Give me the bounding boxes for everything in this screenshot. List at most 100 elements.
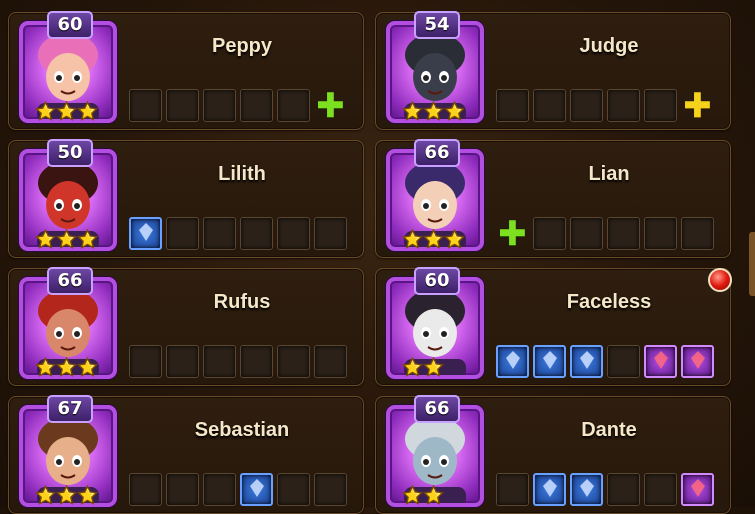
equipped-item-slot[interactable] bbox=[240, 473, 273, 506]
equipment-item-icon bbox=[650, 349, 672, 375]
hero-card-judge[interactable]: 54 Judge ✚ bbox=[375, 11, 731, 130]
empty-equipment-slot[interactable] bbox=[314, 473, 347, 506]
hero-stars bbox=[34, 484, 99, 509]
equipment-item-icon bbox=[687, 477, 709, 503]
hero-level-badge: 60 bbox=[414, 267, 460, 295]
equipment-item-icon bbox=[576, 477, 598, 503]
equipped-item-slot[interactable] bbox=[681, 345, 714, 378]
star-icon bbox=[76, 100, 99, 125]
plus-icon: ✚ bbox=[498, 213, 527, 254]
star-icon bbox=[401, 356, 424, 381]
hero-level-badge: 66 bbox=[47, 267, 93, 295]
empty-equipment-slot[interactable] bbox=[644, 217, 677, 250]
empty-equipment-slot[interactable] bbox=[277, 473, 310, 506]
hero-card-sebastian[interactable]: 67 Sebastian bbox=[8, 395, 364, 514]
add-equipment-button[interactable]: ✚ bbox=[496, 213, 529, 254]
equipped-item-slot[interactable] bbox=[570, 473, 603, 506]
star-icon bbox=[422, 100, 445, 125]
new-item-notification-badge bbox=[708, 268, 732, 292]
star-icon bbox=[76, 356, 99, 381]
empty-equipment-slot[interactable] bbox=[166, 345, 199, 378]
add-equipment-button[interactable]: ✚ bbox=[314, 85, 347, 126]
hero-level-badge: 66 bbox=[414, 139, 460, 167]
star-icon bbox=[76, 228, 99, 253]
hero-level-badge: 50 bbox=[47, 139, 93, 167]
star-icon bbox=[401, 100, 424, 125]
equipment-slots bbox=[129, 217, 347, 250]
equipment-slots bbox=[129, 473, 347, 506]
hero-name: Faceless bbox=[566, 291, 652, 313]
empty-equipment-slot[interactable] bbox=[277, 89, 310, 122]
empty-equipment-slot[interactable] bbox=[607, 345, 640, 378]
empty-equipment-slot[interactable] bbox=[129, 345, 162, 378]
star-icon bbox=[443, 228, 466, 253]
equipped-item-slot[interactable] bbox=[570, 345, 603, 378]
empty-equipment-slot[interactable] bbox=[314, 345, 347, 378]
star-icon bbox=[55, 228, 78, 253]
hero-level-badge: 67 bbox=[47, 395, 93, 423]
star-icon bbox=[34, 100, 57, 125]
empty-equipment-slot[interactable] bbox=[681, 217, 714, 250]
add-equipment-button[interactable]: ✚ bbox=[681, 89, 714, 123]
empty-equipment-slot[interactable] bbox=[314, 217, 347, 250]
empty-equipment-slot[interactable] bbox=[240, 217, 273, 250]
hero-name: Judge bbox=[579, 35, 639, 57]
hero-card-lian[interactable]: 66 Lian ✚ bbox=[375, 139, 731, 258]
hero-stars bbox=[34, 356, 99, 381]
empty-equipment-slot[interactable] bbox=[607, 473, 640, 506]
empty-equipment-slot[interactable] bbox=[570, 217, 603, 250]
star-icon bbox=[422, 484, 445, 509]
empty-equipment-slot[interactable] bbox=[240, 345, 273, 378]
hero-stars bbox=[401, 356, 445, 381]
empty-equipment-slot[interactable] bbox=[607, 89, 640, 122]
empty-equipment-slot[interactable] bbox=[129, 473, 162, 506]
empty-equipment-slot[interactable] bbox=[203, 345, 236, 378]
empty-equipment-slot[interactable] bbox=[533, 217, 566, 250]
equipment-slots bbox=[129, 345, 347, 378]
hero-name: Peppy bbox=[211, 35, 273, 57]
empty-equipment-slot[interactable] bbox=[277, 345, 310, 378]
equipment-item-icon bbox=[687, 349, 709, 375]
hero-card-faceless[interactable]: 60 Faceless bbox=[375, 267, 731, 386]
equipped-item-slot[interactable] bbox=[533, 345, 566, 378]
equipped-item-slot[interactable] bbox=[496, 345, 529, 378]
equipment-item-icon bbox=[539, 349, 561, 375]
equipped-item-slot[interactable] bbox=[681, 473, 714, 506]
scroll-handle[interactable] bbox=[749, 232, 755, 296]
empty-equipment-slot[interactable] bbox=[533, 89, 566, 122]
empty-equipment-slot[interactable] bbox=[496, 473, 529, 506]
equipment-slots bbox=[496, 473, 714, 506]
empty-equipment-slot[interactable] bbox=[644, 473, 677, 506]
empty-equipment-slot[interactable] bbox=[570, 89, 603, 122]
hero-card-peppy[interactable]: 60 Peppy ✚ bbox=[8, 11, 364, 130]
hero-card-dante[interactable]: 66 Dante bbox=[375, 395, 731, 514]
star-icon bbox=[422, 228, 445, 253]
hero-name: Sebastian bbox=[194, 419, 290, 441]
empty-equipment-slot[interactable] bbox=[166, 217, 199, 250]
equipment-item-icon bbox=[135, 221, 157, 247]
equipment-slots: ✚ bbox=[496, 213, 714, 254]
empty-equipment-slot[interactable] bbox=[240, 89, 273, 122]
empty-equipment-slot[interactable] bbox=[129, 89, 162, 122]
hero-card-lilith[interactable]: 50 Lilith bbox=[8, 139, 364, 258]
equipped-item-slot[interactable] bbox=[644, 345, 677, 378]
empty-equipment-slot[interactable] bbox=[644, 89, 677, 122]
plus-icon: ✚ bbox=[316, 85, 345, 126]
empty-equipment-slot[interactable] bbox=[607, 217, 640, 250]
empty-equipment-slot[interactable] bbox=[203, 217, 236, 250]
equipped-item-slot[interactable] bbox=[129, 217, 162, 250]
empty-equipment-slot[interactable] bbox=[496, 89, 529, 122]
star-icon bbox=[422, 356, 445, 381]
star-icon bbox=[34, 484, 57, 509]
hero-stars bbox=[401, 100, 466, 125]
hero-stars bbox=[401, 228, 466, 253]
empty-equipment-slot[interactable] bbox=[277, 217, 310, 250]
equipment-slots: ✚ bbox=[496, 89, 714, 123]
empty-equipment-slot[interactable] bbox=[166, 89, 199, 122]
equipment-slots: ✚ bbox=[129, 85, 347, 126]
hero-card-rufus[interactable]: 66 Rufus bbox=[8, 267, 364, 386]
equipped-item-slot[interactable] bbox=[533, 473, 566, 506]
empty-equipment-slot[interactable] bbox=[203, 473, 236, 506]
empty-equipment-slot[interactable] bbox=[166, 473, 199, 506]
empty-equipment-slot[interactable] bbox=[203, 89, 236, 122]
